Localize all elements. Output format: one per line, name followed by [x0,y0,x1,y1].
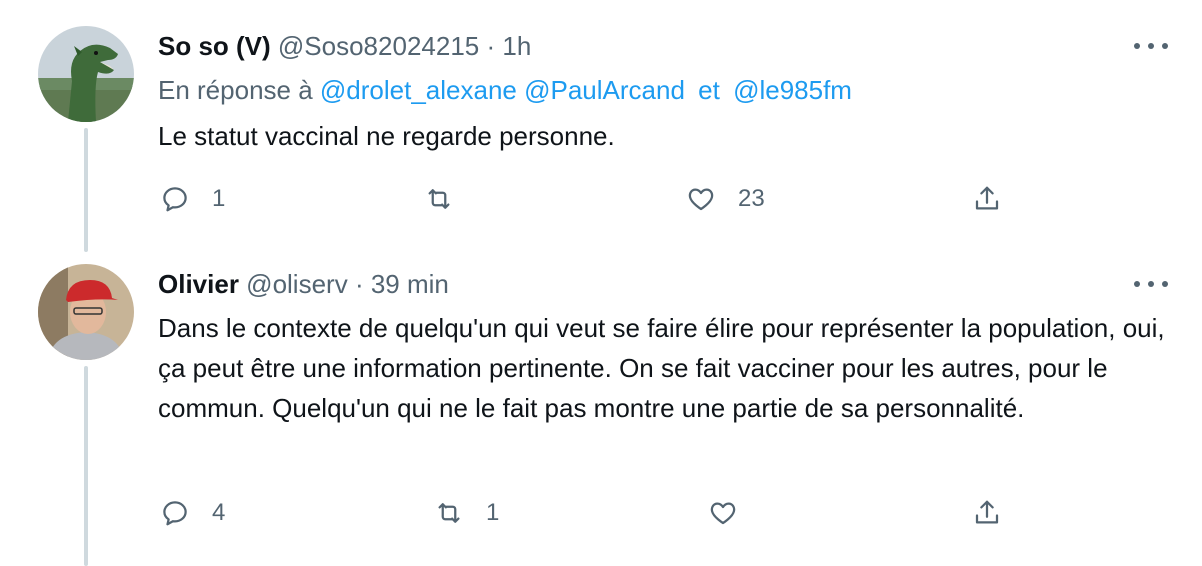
avatar-dinosaur-image [38,26,134,122]
mention-link[interactable]: @PaulArcand [524,75,685,105]
reply-button[interactable]: 1 [160,184,225,214]
tweet[interactable]: So so (V) @Soso82024215 · 1h En réponse … [0,0,1202,250]
retweet-button[interactable]: 1 [434,498,499,528]
reply-count: 1 [212,185,226,212]
share-icon [975,500,999,524]
more-icon[interactable] [1134,274,1168,294]
retweet-button[interactable] [424,184,476,214]
display-name[interactable]: Olivier [158,269,239,299]
like-count: 23 [738,185,765,212]
retweet-icon [428,189,450,209]
reply-context: En réponse à @drolet_alexane @PaulArcand… [158,74,852,106]
separator: · [486,31,496,61]
display-name[interactable]: So so (V) [158,31,271,61]
mention-link[interactable]: @drolet_alexane [320,75,517,105]
share-button[interactable] [972,184,1002,214]
tweet[interactable]: Olivier @oliserv · 39 min Dans le contex… [0,250,1202,566]
tweet-header: So so (V) @Soso82024215 · 1h [158,30,531,62]
tweet-text: Le statut vaccinal ne regarde personne. [158,121,615,151]
reply-prefix: En réponse à [158,75,313,105]
tweet-header: Olivier @oliserv · 39 min [158,268,449,300]
reply-count: 4 [212,499,226,526]
like-button[interactable]: 23 [686,184,765,214]
share-button[interactable] [972,498,1002,528]
reply-and: et [698,75,720,105]
handle[interactable]: @Soso82024215 [278,31,479,61]
more-icon[interactable] [1134,36,1168,56]
timestamp[interactable]: 39 min [371,269,449,299]
handle[interactable]: @oliserv [246,269,348,299]
retweet-count: 1 [486,499,500,526]
avatar[interactable] [38,264,134,360]
timestamp[interactable]: 1h [502,31,531,61]
tweet-text: Dans le contexte de quelqu'un qui veut s… [158,313,1165,423]
separator: · [354,269,364,299]
like-icon [710,502,736,525]
like-button[interactable] [708,498,760,528]
reply-icon [163,501,187,526]
avatar-person-image [38,264,134,360]
avatar[interactable] [38,26,134,122]
mention-link[interactable]: @le985fm [733,75,852,105]
reply-button[interactable]: 4 [160,498,225,528]
retweet-icon [438,503,460,523]
like-icon [688,188,714,211]
reply-icon [163,187,187,212]
share-icon [975,186,999,210]
